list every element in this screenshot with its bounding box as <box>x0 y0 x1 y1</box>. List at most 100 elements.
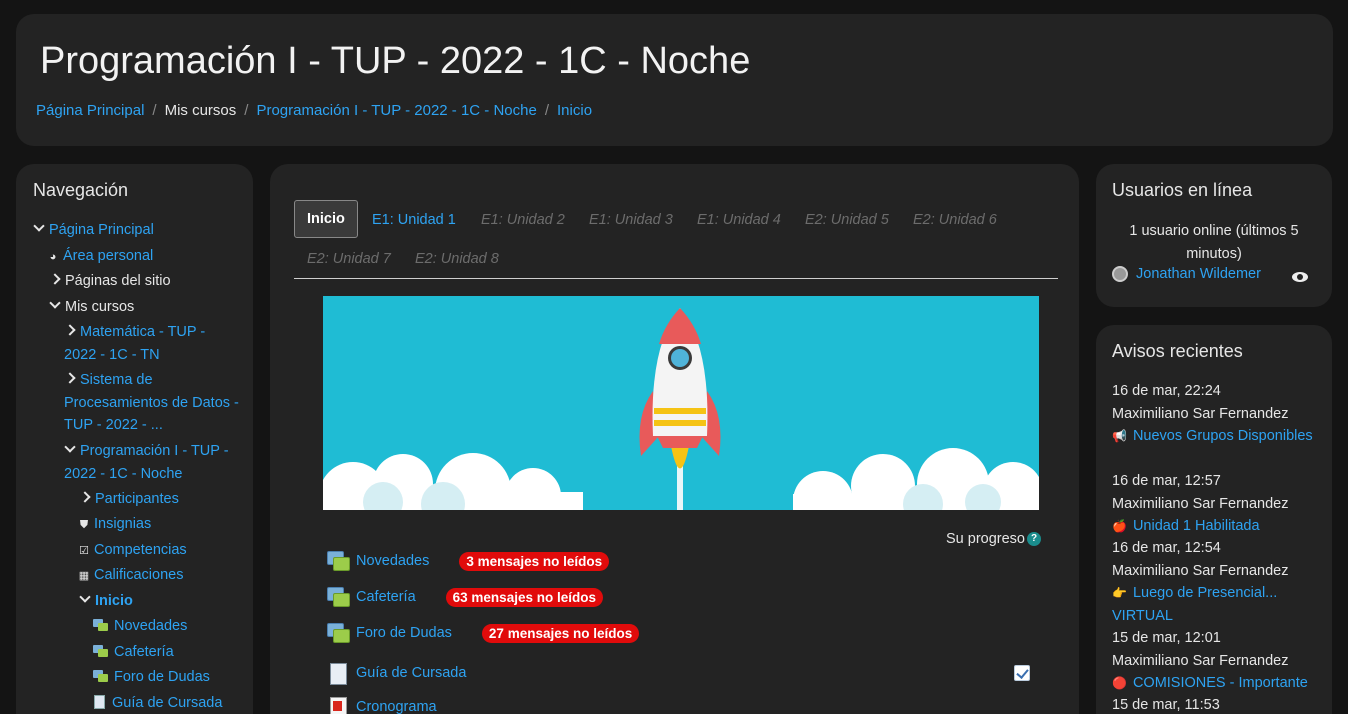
news-link[interactable]: Nuevos Grupos Disponibles <box>1133 428 1313 444</box>
pointing-hand-icon: 👉 <box>1112 586 1127 600</box>
activity-foro-dudas[interactable]: Foro de Dudas 27 mensajes no leídos <box>326 622 640 644</box>
nav-item-label[interactable]: Novedades <box>114 618 187 634</box>
nav-item-competencies[interactable]: ☑ Competencias <box>76 539 187 563</box>
tab-unidad-6: E2: Unidad 6 <box>913 212 997 228</box>
nav-item-my-courses[interactable]: Mis cursos <box>49 296 134 319</box>
news-date: 15 de mar, 12:01 <box>1112 630 1221 646</box>
activity-link[interactable]: Foro de Dudas <box>356 625 452 641</box>
page-header: Programación I - TUP - 2022 - 1C - Noche… <box>16 14 1333 146</box>
tab-unidad-5: E2: Unidad 5 <box>805 212 889 228</box>
navigation-block: Navegación Página Principal ◕ Área person… <box>16 164 253 714</box>
chevron-down-icon <box>79 593 91 605</box>
activity-cafeteria[interactable]: Cafetería 63 mensajes no leídos <box>326 586 603 608</box>
nav-item-site-pages[interactable]: Páginas del sitio <box>49 270 171 293</box>
nav-item-inicio[interactable]: Inicio <box>79 590 133 613</box>
activity-link[interactable]: Cafetería <box>356 589 416 605</box>
help-icon[interactable]: ? <box>1027 532 1041 546</box>
nav-item-label[interactable]: Foro de Dudas <box>114 669 210 685</box>
chevron-right-icon <box>64 324 76 336</box>
breadcrumb-my-courses: Mis cursos <box>164 102 237 119</box>
online-user-link[interactable]: Jonathan Wildemer <box>1136 266 1261 282</box>
tab-unidad-1[interactable]: E1: Unidad 1 <box>372 212 456 228</box>
news-link[interactable]: Luego de Presencial... VIRTUAL <box>1112 585 1277 624</box>
course-content: Inicio E1: Unidad 1 E1: Unidad 2 E1: Uni… <box>270 164 1079 714</box>
shield-icon: ⛊ <box>79 519 89 531</box>
nav-item-label[interactable]: Insignias <box>94 516 151 532</box>
activity-link[interactable]: Guía de Cursada <box>356 665 466 681</box>
news-author: Maximiliano Sar Fernandez <box>1112 652 1289 669</box>
eye-icon[interactable] <box>1292 272 1308 282</box>
megaphone-icon: 📢 <box>1112 429 1127 443</box>
course-banner-image <box>323 296 1039 510</box>
navigation-title: Navegación <box>33 180 129 200</box>
nav-item-cafeteria[interactable]: Cafetería <box>93 641 174 664</box>
nav-item-grades[interactable]: ▦ Calificaciones <box>76 564 184 588</box>
nav-item-label[interactable]: Participantes <box>95 491 179 507</box>
news-item: 16 de mar, 12:54 Maximiliano Sar Fernand… <box>1112 537 1322 627</box>
progress-label: Su progreso <box>946 531 1025 547</box>
news-link[interactable]: COMISIONES - Importante <box>1133 675 1308 691</box>
nav-item-label[interactable]: Competencias <box>94 542 187 558</box>
tab-unidad-2: E1: Unidad 2 <box>481 212 565 228</box>
breadcrumb-home[interactable]: Página Principal <box>36 102 144 119</box>
unread-badge[interactable]: 3 mensajes no leídos <box>459 551 610 571</box>
rocket-illustration <box>323 308 1039 510</box>
nav-item-novedades[interactable]: Novedades <box>93 615 187 638</box>
chevron-right-icon <box>64 372 76 384</box>
nav-item-course-spd[interactable]: Sistema de Procesamientos de Datos - TUP… <box>64 369 244 437</box>
news-item: 15 de mar, 12:01 Maximiliano Sar Fernand… <box>1112 627 1322 695</box>
activity-link[interactable]: Novedades <box>356 553 429 569</box>
news-link[interactable]: Unidad 1 Habilitada <box>1133 518 1260 534</box>
nav-item-course-programacion[interactable]: Programación I - TUP - 2022 - 1C - Noche <box>64 440 242 485</box>
online-count-text: 1 usuario online (últimos 5 minutos) <box>1129 223 1299 262</box>
nav-item-label[interactable]: Sistema de Procesamientos de Datos - TUP… <box>64 372 239 433</box>
tabs-divider <box>294 278 1058 279</box>
nav-item-badges[interactable]: ⛊ Insignias <box>76 513 151 537</box>
nav-item-label[interactable]: Calificaciones <box>94 567 183 583</box>
chevron-right-icon <box>79 491 91 503</box>
progress-indicator: Su progreso ? <box>946 531 1041 547</box>
forum-icon <box>93 645 108 657</box>
activity-guia-cursada[interactable]: Guía de Cursada <box>326 662 466 685</box>
nav-item-label[interactable]: Programación I - TUP - 2022 - 1C - Noche <box>64 443 229 482</box>
nav-item-label[interactable]: Área personal <box>63 248 153 264</box>
nav-item-label[interactable]: Inicio <box>95 593 133 609</box>
news-date: 16 de mar, 12:57 <box>1112 473 1221 489</box>
completion-checkbox[interactable] <box>1014 665 1030 681</box>
page-title: Programación I - TUP - 2022 - 1C - Noche <box>40 40 751 82</box>
nav-item-guia-cursada[interactable]: Guía de Cursada <box>92 692 222 714</box>
tab-inicio[interactable]: Inicio <box>294 200 358 238</box>
nav-item-foro-dudas[interactable]: Foro de Dudas <box>93 666 210 689</box>
chevron-right-icon <box>49 273 61 285</box>
nav-item-label[interactable]: Guía de Cursada <box>112 695 222 711</box>
chevron-down-icon <box>33 222 45 234</box>
breadcrumb-course[interactable]: Programación I - TUP - 2022 - 1C - Noche <box>256 102 536 119</box>
online-user[interactable]: Jonathan Wildemer <box>1112 266 1261 282</box>
nav-item-label[interactable]: Página Principal <box>49 222 154 238</box>
recent-news-block: Avisos recientes 16 de mar, 22:24 Maximi… <box>1096 325 1332 714</box>
dashboard-icon: ◕ <box>49 251 57 263</box>
activity-cronograma[interactable]: Cronograma <box>326 696 437 714</box>
activity-link[interactable]: Cronograma <box>356 699 437 714</box>
activity-novedades[interactable]: Novedades 3 mensajes no leídos <box>326 550 610 572</box>
news-date: 16 de mar, 22:24 <box>1112 383 1221 399</box>
nav-item-participants[interactable]: Participantes <box>79 488 179 511</box>
online-users-block: Usuarios en línea 1 usuario online (últi… <box>1096 164 1332 307</box>
red-circle-icon: 🔴 <box>1112 676 1127 690</box>
page-icon <box>326 662 350 685</box>
nav-item-home[interactable]: Página Principal <box>33 219 154 242</box>
nav-item-label[interactable]: Matemática - TUP - 2022 - 1C - TN <box>64 324 205 363</box>
recent-news-title: Avisos recientes <box>1112 341 1243 361</box>
news-item: 15 de mar, 11:53 <box>1112 694 1322 714</box>
nav-item-label: Mis cursos <box>65 299 135 315</box>
breadcrumb-section[interactable]: Inicio <box>557 102 592 119</box>
news-author: Maximiliano Sar Fernandez <box>1112 405 1289 422</box>
breadcrumb-separator: / <box>152 102 157 119</box>
forum-icon <box>326 550 350 572</box>
nav-item-label[interactable]: Cafetería <box>114 644 174 660</box>
nav-item-course-matematica[interactable]: Matemática - TUP - 2022 - 1C - TN <box>64 321 234 366</box>
nav-item-dashboard[interactable]: ◕ Área personal <box>45 245 154 269</box>
news-item: 16 de mar, 22:24 Maximiliano Sar Fernand… <box>1112 380 1322 448</box>
unread-badge[interactable]: 63 mensajes no leídos <box>445 587 603 607</box>
unread-badge[interactable]: 27 mensajes no leídos <box>481 623 640 643</box>
